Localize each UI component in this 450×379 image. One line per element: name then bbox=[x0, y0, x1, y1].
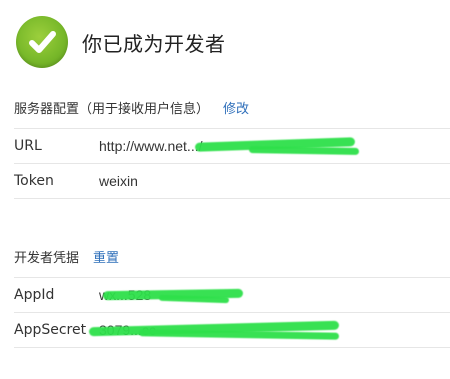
table-row-appsecret: AppSecret 3079...cc bbox=[14, 312, 450, 348]
appid-label: AppId bbox=[14, 287, 55, 303]
reset-credentials-link[interactable]: 重置 bbox=[93, 249, 119, 269]
credentials-header: 开发者凭据 重置 bbox=[14, 249, 450, 269]
token-label: Token bbox=[14, 173, 54, 189]
appsecret-label: AppSecret bbox=[14, 322, 87, 338]
edit-server-config-link[interactable]: 修改 bbox=[223, 100, 249, 120]
url-label: URL bbox=[14, 138, 42, 154]
credentials-table: AppId wx...528 AppSecret 3079...cc bbox=[14, 277, 450, 348]
table-row-url: URL http://www.net.../ bbox=[14, 128, 450, 163]
server-config-table: URL http://www.net.../ Token weixin bbox=[14, 128, 450, 199]
url-value: http://www.net.../ bbox=[99, 137, 360, 155]
table-row-token: Token weixin bbox=[14, 163, 450, 199]
success-check-icon bbox=[16, 16, 68, 68]
redaction-mark bbox=[138, 329, 340, 340]
redaction-mark bbox=[158, 294, 230, 304]
credentials-heading: 开发者凭据 bbox=[14, 251, 80, 266]
token-value: weixin bbox=[99, 173, 138, 189]
redaction-mark bbox=[248, 146, 360, 155]
appsecret-value: 3079...cc bbox=[88, 320, 340, 340]
table-row-appid: AppId wx...528 bbox=[14, 277, 450, 312]
appid-value: wx...528 bbox=[99, 287, 244, 304]
server-config-header: 服务器配置（用于接收用户信息） 修改 bbox=[14, 100, 450, 120]
server-config-section: 服务器配置（用于接收用户信息） 修改 URL http://www.net...… bbox=[14, 100, 450, 199]
credentials-section: 开发者凭据 重置 AppId wx...528 AppSecret 3079..… bbox=[14, 249, 450, 348]
page-title: 你已成为开发者 bbox=[82, 31, 226, 56]
server-config-heading: 服务器配置（用于接收用户信息） bbox=[14, 102, 210, 117]
checkmark-icon bbox=[29, 31, 56, 53]
status-header: 你已成为开发者 bbox=[16, 16, 226, 68]
